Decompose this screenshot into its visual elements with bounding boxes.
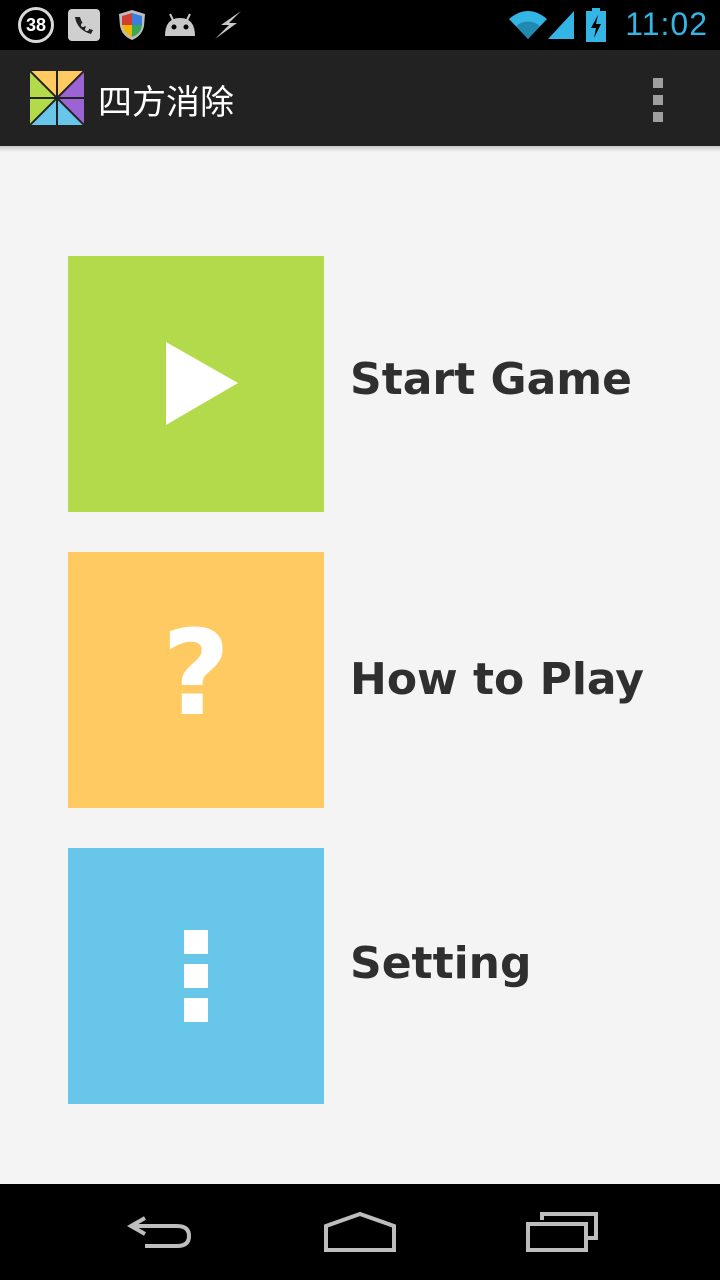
signal-icon [546,7,576,43]
setting-tile[interactable] [68,848,324,1104]
play-icon [166,342,238,425]
back-icon[interactable] [110,1202,210,1262]
battery-charging-icon [584,7,608,43]
app-logo-icon [29,70,85,126]
how-to-play-tile[interactable]: ? [68,552,324,808]
status-bar: 38 11:02 [0,0,720,50]
phone-bird-icon [66,7,102,43]
setting-label: Setting [350,938,532,989]
start-game-label: Start Game [350,354,632,405]
setting-button[interactable]: Setting [68,848,668,1104]
question-icon: ? [161,604,231,742]
action-bar: 四方消除 [0,50,720,146]
navigation-bar [0,1184,720,1280]
main-menu: Start Game ? How to Play Setting [0,146,720,1184]
flash-icon [210,7,246,43]
overflow-menu-icon[interactable] [638,78,678,122]
how-to-play-button[interactable]: ? How to Play [68,552,668,808]
clock: 11:02 [625,6,708,42]
home-icon[interactable] [310,1202,410,1262]
recent-apps-icon[interactable] [512,1202,612,1262]
shield-icon [116,7,148,43]
notification-count-badge: 38 [18,7,54,43]
app-title: 四方消除 [98,83,234,123]
dots-icon [184,930,208,1022]
wifi-icon [506,7,550,43]
action-bar-shadow [0,146,720,152]
start-game-tile[interactable] [68,256,324,512]
android-icon [160,7,200,43]
how-to-play-label: How to Play [350,654,644,705]
start-game-button[interactable]: Start Game [68,256,668,512]
